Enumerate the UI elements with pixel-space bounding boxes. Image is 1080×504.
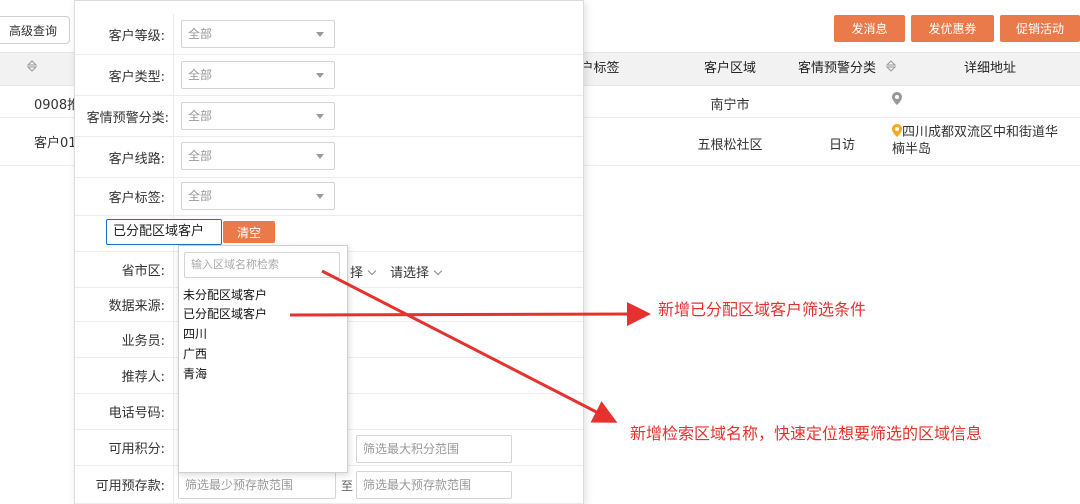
alert-cell: 日访 — [828, 138, 855, 153]
district-select[interactable]: 请选择 — [390, 262, 445, 282]
customer-level-select[interactable]: 全部 — [181, 20, 335, 48]
points-label: 可用积分: — [75, 430, 174, 465]
caret-down-icon — [316, 194, 324, 199]
customer-type-label: 客户类型: — [75, 55, 174, 95]
city-select[interactable]: 择 — [350, 262, 379, 282]
filter-row-customer-tag: 客户标签: 全部 — [75, 178, 583, 216]
advanced-query-button[interactable]: 高级查询 — [0, 16, 70, 44]
alert-category-label: 客情预警分类: — [75, 96, 174, 136]
address-text: 四川成都双流区中和街道华楠半岛 — [892, 125, 1059, 157]
phone-label: 电话号码: — [75, 394, 174, 429]
chevron-down-icon — [433, 266, 443, 276]
alert-sort-icon[interactable] — [884, 53, 898, 85]
annotation-note-2: 新增检索区域名称，快速定位想要筛选的区域信息 — [630, 424, 983, 443]
customer-name-link[interactable]: 客户01 — [34, 132, 77, 151]
customer-type-select[interactable]: 全部 — [181, 61, 335, 89]
customer-region-select[interactable]: 已分配区域客户 — [106, 219, 222, 245]
header-address: 详细地址 — [963, 61, 1016, 76]
location-pin-icon — [892, 92, 902, 108]
region-dropdown: 输入区域名称检索 未分配区域客户 已分配区域客户 四川 广西 青海 — [178, 245, 348, 473]
caret-down-icon — [316, 73, 324, 78]
clear-region-button[interactable]: 清空 — [223, 221, 275, 243]
region-option[interactable]: 四川 — [183, 325, 207, 344]
promotion-button[interactable]: 促销活动 — [1000, 15, 1080, 42]
header-customer-tag: 户标签 — [580, 61, 620, 76]
referrer-label: 推荐人: — [75, 358, 174, 393]
alert-category-select[interactable]: 全部 — [181, 102, 335, 130]
annotation-note-1: 新增已分配区域客户筛选条件 — [658, 300, 867, 319]
region-cell: 五根松社区 — [697, 138, 763, 153]
header-alert-category: 客情预警分类 — [798, 61, 877, 76]
region-option[interactable]: 未分配区域客户 — [183, 286, 267, 305]
filter-row-customer-type: 客户类型: 全部 — [75, 55, 583, 96]
points-max-input[interactable]: 筛选最大积分范围 — [356, 435, 512, 463]
address-cell: 四川成都双流区中和街道华楠半岛 — [892, 124, 1062, 158]
chevron-down-icon — [367, 266, 377, 276]
filter-row-customer-route: 客户线路: 全部 — [75, 137, 583, 178]
region-cell: 南宁市 — [710, 98, 750, 113]
sort-icon[interactable] — [12, 53, 52, 85]
caret-down-icon — [316, 32, 324, 37]
header-customer-region: 客户区域 — [703, 61, 756, 76]
filter-row-alert-category: 客情预警分类: 全部 — [75, 96, 583, 137]
location-pin-icon — [892, 124, 902, 137]
province-city-label: 省市区: — [75, 252, 174, 287]
send-coupon-button[interactable]: 发优惠券 — [911, 15, 994, 42]
region-option[interactable]: 青海 — [183, 365, 207, 384]
customer-route-select[interactable]: 全部 — [181, 142, 335, 170]
customer-tag-label: 客户标签: — [75, 178, 174, 215]
caret-down-icon — [316, 114, 324, 119]
customer-route-label: 客户线路: — [75, 137, 174, 177]
data-source-label: 数据来源: — [75, 288, 174, 321]
deposit-label: 可用预存款: — [75, 466, 174, 503]
filter-row-customer-level: 客户等级: 全部 — [75, 14, 583, 55]
send-message-button[interactable]: 发消息 — [834, 15, 905, 42]
region-option[interactable]: 广西 — [183, 345, 207, 364]
salesperson-label: 业务员: — [75, 322, 174, 357]
deposit-min-input[interactable]: 筛选最少预存款范围 — [178, 471, 336, 499]
caret-down-icon — [316, 154, 324, 159]
region-option[interactable]: 已分配区域客户 — [183, 305, 267, 324]
region-search-input[interactable]: 输入区域名称检索 — [184, 252, 340, 278]
customer-level-label: 客户等级: — [75, 14, 174, 54]
deposit-max-input[interactable]: 筛选最大预存款范围 — [356, 471, 512, 499]
customer-tag-select[interactable]: 全部 — [181, 182, 335, 210]
range-separator: 至 — [341, 479, 354, 493]
